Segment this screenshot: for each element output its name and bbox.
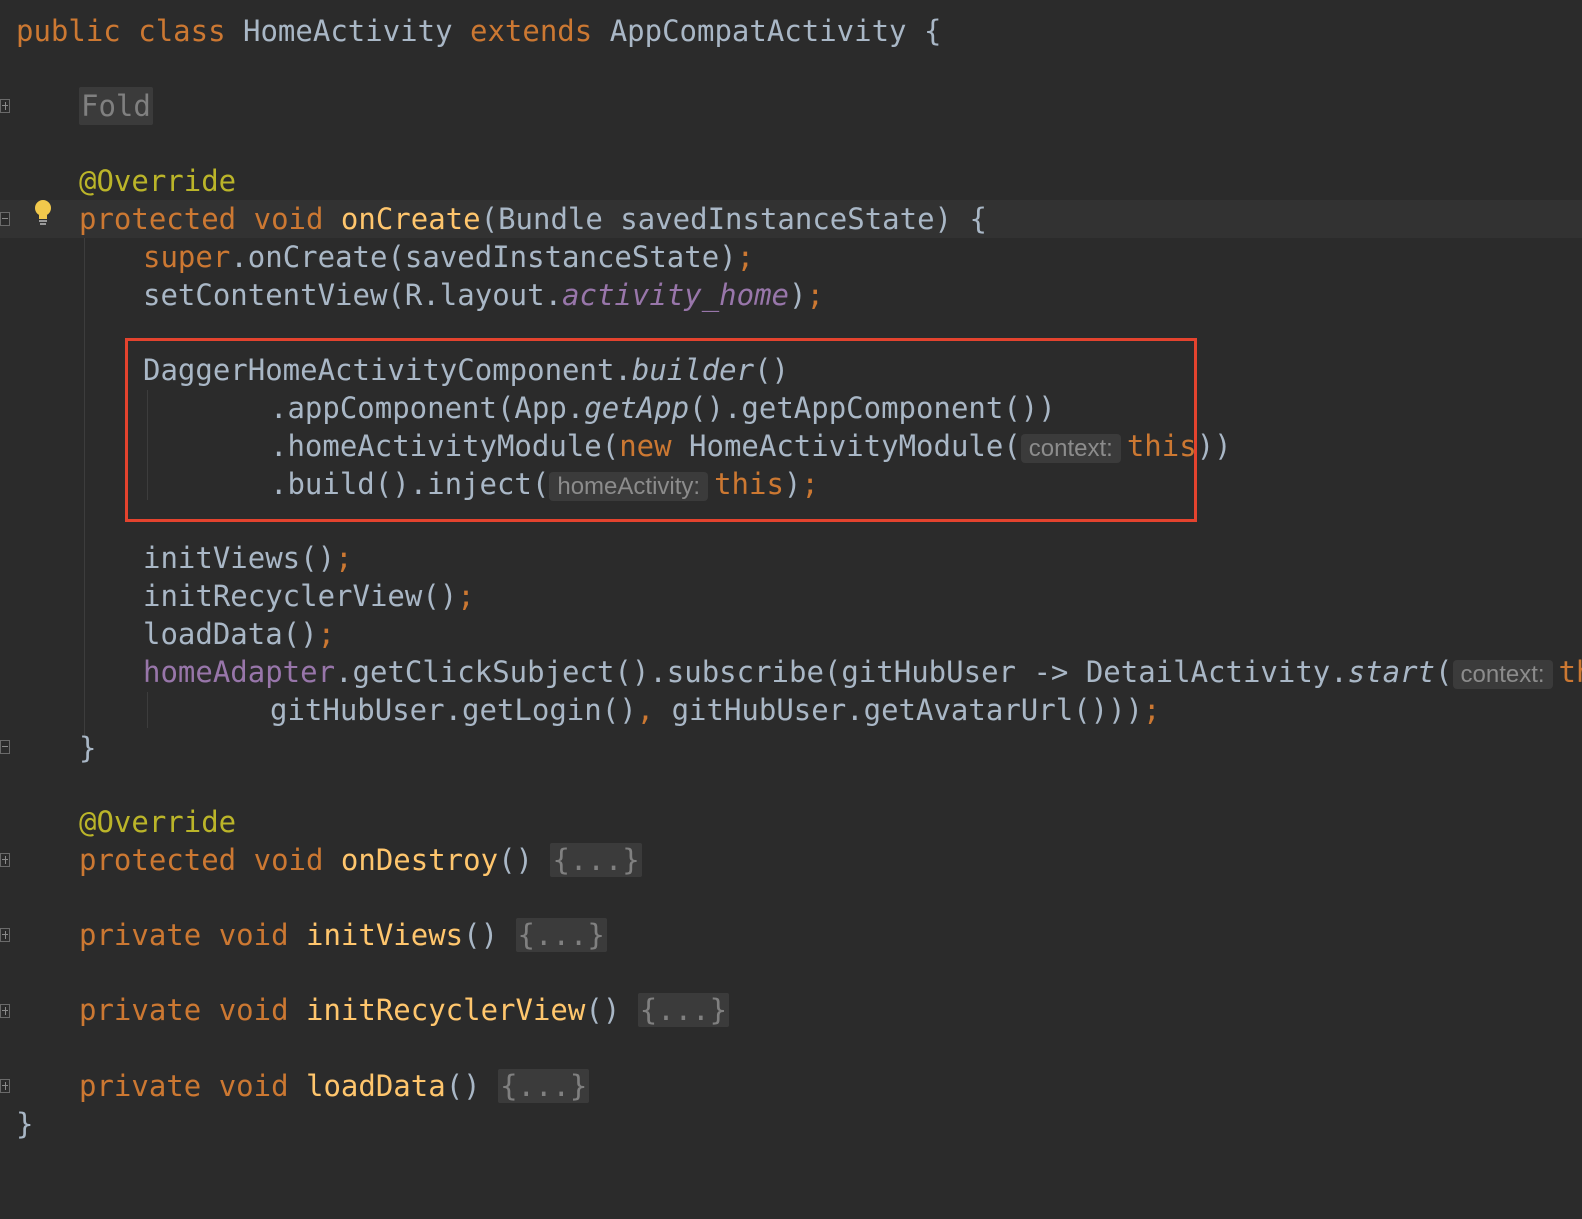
code-text: (): [463, 918, 499, 952]
code-line-initrecyclerview[interactable]: initRecyclerView();: [0, 577, 1582, 615]
code-line-annotation[interactable]: @Override: [0, 162, 1582, 200]
code-text: .onCreate(savedInstanceState): [230, 240, 737, 274]
code-text: loadData(): [143, 617, 318, 651]
code-text: gitHubUser.getLogin(): [270, 693, 637, 727]
keyword: void: [218, 993, 289, 1027]
code-text: gitHubUser.getAvatarUrl())): [654, 693, 1143, 727]
annotation: @Override: [79, 164, 237, 198]
semicolon: ;: [736, 240, 755, 274]
class-name: HomeActivity: [243, 14, 453, 48]
code-text: (): [445, 1069, 481, 1103]
fold-placeholder[interactable]: Fold: [79, 87, 153, 125]
code-line-adapter-args[interactable]: gitHubUser.getLogin(), gitHubUser.getAva…: [0, 691, 1582, 729]
code-text: ): [789, 278, 807, 312]
method-name: initRecyclerView: [306, 993, 586, 1027]
keyword: super: [143, 240, 231, 274]
code-text: .getClickSubject().subscribe(gitHubUser …: [335, 655, 1348, 689]
code-line-close-brace[interactable]: }: [0, 729, 1582, 767]
highlight-box: [125, 338, 1197, 522]
field: homeAdapter: [143, 655, 336, 689]
keyword: public: [16, 14, 121, 48]
brace: }: [79, 731, 97, 765]
method-name: onCreate: [340, 202, 481, 236]
keyword: void: [253, 843, 324, 877]
code-line-initrecycler-decl[interactable]: private void initRecyclerView() {...}: [0, 991, 1582, 1029]
semicolon: ;: [457, 579, 475, 613]
static-method: start: [1347, 655, 1436, 689]
fold-placeholder[interactable]: {...}: [515, 918, 607, 952]
fold-placeholder[interactable]: {...}: [550, 843, 642, 877]
brace: }: [16, 1107, 34, 1141]
fold-placeholder[interactable]: {...}: [498, 1069, 590, 1103]
code-line-oncreate[interactable]: protected void onCreate(Bundle savedInst…: [0, 200, 1582, 238]
static-field: activity_home: [562, 278, 790, 312]
code-line-setcontentview[interactable]: setContentView(R.layout.activity_home);: [0, 276, 1582, 314]
keyword: class: [138, 14, 226, 48]
annotation: @Override: [79, 805, 237, 839]
code-text: initRecyclerView(): [143, 579, 458, 613]
method-name: initViews: [306, 918, 464, 952]
comma: ,: [636, 693, 655, 727]
semicolon: ;: [1143, 693, 1161, 727]
keyword: extends: [470, 14, 593, 48]
method-name: onDestroy: [340, 843, 499, 877]
keyword: void: [218, 918, 289, 952]
code-line-initviews-decl[interactable]: private void initViews() {...}: [0, 916, 1582, 954]
keyword: this: [1558, 655, 1582, 689]
code-line-loaddata[interactable]: loadData();: [0, 615, 1582, 653]
code-line-loaddata-decl[interactable]: private void loadData() {...}: [0, 1067, 1582, 1105]
keyword: protected: [79, 843, 237, 877]
code-line-class-close[interactable]: }: [0, 1105, 1582, 1143]
fold-placeholder[interactable]: {...}: [637, 993, 730, 1027]
keyword: void: [253, 202, 324, 236]
code-line-super[interactable]: super.onCreate(savedInstanceState);: [0, 238, 1582, 276]
semicolon: ;: [335, 541, 353, 575]
parameter-hint: context:: [1452, 660, 1553, 689]
code-line-fold[interactable]: Fold: [0, 87, 1582, 125]
code-line-ondestroy[interactable]: protected void onDestroy() {...}: [0, 841, 1582, 879]
semicolon: ;: [806, 278, 824, 312]
code-line-adapter-subscribe[interactable]: homeAdapter.getClickSubject().subscribe(…: [0, 653, 1582, 691]
code-line-initviews[interactable]: initViews();: [0, 539, 1582, 577]
code-text: (): [498, 843, 533, 877]
parent-class: AppCompatActivity: [609, 14, 907, 48]
keyword: protected: [79, 202, 237, 236]
method-name: loadData: [306, 1069, 446, 1103]
keyword: private: [79, 918, 202, 952]
code-line-class-declaration[interactable]: public class HomeActivity extends AppCom…: [0, 12, 1582, 50]
code-text: )): [1196, 429, 1232, 463]
code-text: setContentView(R.layout.: [143, 278, 563, 312]
code-line-annotation[interactable]: @Override: [0, 803, 1582, 841]
code-text: (Bundle savedInstanceState) {: [480, 202, 987, 236]
keyword: private: [79, 1069, 202, 1103]
keyword: void: [218, 1069, 289, 1103]
code-text: initViews(): [143, 541, 336, 575]
code-text: (): [585, 993, 621, 1027]
code-text: (: [1435, 655, 1453, 689]
keyword: private: [79, 993, 202, 1027]
semicolon: ;: [317, 617, 336, 651]
brace: {: [923, 14, 942, 48]
code-editor[interactable]: public class HomeActivity extends AppCom…: [0, 0, 1582, 1176]
